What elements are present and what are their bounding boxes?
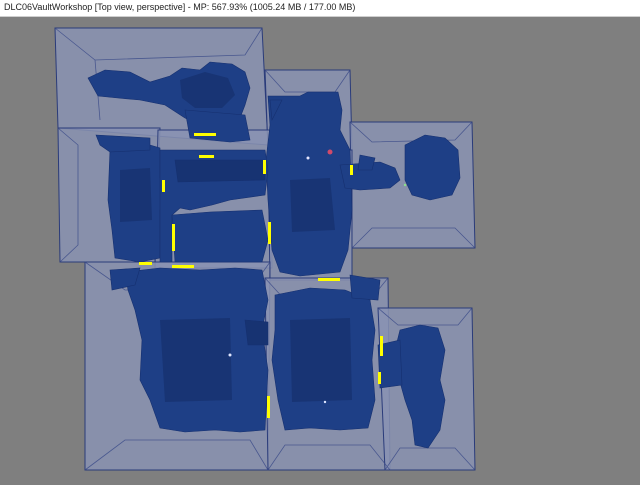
door-marker	[350, 165, 353, 175]
window-titlebar: DLC06VaultWorkshop [Top view, perspectiv…	[0, 0, 640, 17]
door-marker	[268, 222, 271, 244]
door-marker	[194, 133, 216, 136]
door-marker	[318, 278, 340, 281]
geometry-east-room	[404, 134, 461, 201]
door-marker	[380, 336, 383, 356]
window-title: DLC06VaultWorkshop [Top view, perspectiv…	[4, 2, 356, 12]
3d-viewport[interactable]	[0, 17, 640, 485]
red-light	[327, 149, 333, 155]
door-marker	[172, 265, 194, 268]
door-marker	[378, 372, 381, 384]
door-marker	[162, 180, 165, 192]
viewport-render[interactable]	[0, 17, 640, 485]
white-light	[306, 156, 310, 160]
door-marker	[263, 160, 266, 174]
door-marker	[199, 155, 214, 158]
door-marker	[139, 262, 152, 265]
door-marker	[172, 224, 175, 251]
door-marker	[267, 396, 270, 418]
